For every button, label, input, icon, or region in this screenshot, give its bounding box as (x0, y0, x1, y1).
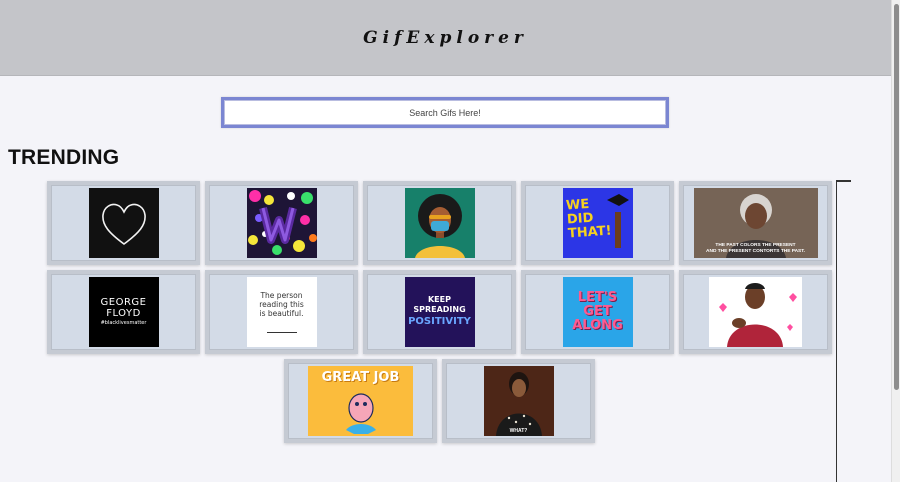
gif-caption: The person reading this is beautiful. (259, 291, 304, 333)
gif-card[interactable]: LET'S GET ALONG (521, 270, 674, 354)
gif-caption-line: is beautiful. (259, 309, 304, 318)
gif-image[interactable]: GREAT JOB (308, 366, 413, 436)
gif-card[interactable]: KEEP SPREADING POSITIVITY (363, 270, 516, 354)
gif-caption-line: FLOYD (106, 308, 141, 319)
results-scroll-cap (836, 180, 851, 182)
graduation-cap-icon (606, 194, 629, 248)
gif-row: GREAT JOB WHAT? (46, 359, 833, 443)
gif-image[interactable]: The person reading this is beautiful. (246, 277, 317, 347)
gif-caption-line: AND THE PRESENT CONTORTS THE PAST. (706, 249, 805, 254)
app-title: GifExplorer (363, 27, 528, 48)
page-scrollbar-thumb[interactable] (894, 4, 899, 390)
gif-card[interactable] (47, 181, 200, 265)
gif-image[interactable] (709, 277, 802, 347)
woman-what-icon (483, 366, 554, 436)
gif-caption-line: reading this (259, 300, 304, 309)
gif-card[interactable]: THE PAST COLORS THE PRESENT AND THE PRES… (679, 181, 832, 265)
confetti-w-icon (246, 188, 317, 258)
gif-caption-line: KEEP (427, 295, 451, 304)
gif-caption-line: #blacklivesmatter (100, 320, 147, 326)
gif-caption-line: LET'S (577, 290, 618, 305)
gif-image[interactable]: GEORGE FLOYD #blacklivesmatter (88, 277, 159, 347)
gif-image[interactable]: WE DID THAT! (562, 188, 633, 258)
search-box (221, 97, 669, 128)
gif-image[interactable]: LET'S GET ALONG (562, 277, 633, 347)
mask-woman-icon (404, 188, 475, 258)
gif-caption: GEORGE FLOYD #blacklivesmatter (101, 297, 147, 327)
gif-caption: GREAT JOB (321, 370, 400, 385)
gif-caption: LET'S GET ALONG (572, 291, 622, 333)
results-scrollbar[interactable] (836, 180, 837, 482)
gif-caption-line: GET (583, 304, 612, 319)
gif-card[interactable]: WE DID THAT! (521, 181, 674, 265)
drawing-doodle (266, 322, 297, 333)
gif-card[interactable] (679, 270, 832, 354)
gif-image[interactable] (246, 188, 317, 258)
gif-image[interactable]: KEEP SPREADING POSITIVITY (404, 277, 475, 347)
gif-card[interactable] (363, 181, 516, 265)
gif-image[interactable] (404, 188, 475, 258)
gif-card[interactable]: The person reading this is beautiful. (205, 270, 358, 354)
gif-card[interactable]: GEORGE FLOYD #blacklivesmatter (47, 270, 200, 354)
app-header: GifExplorer (0, 0, 891, 76)
gif-image[interactable]: WHAT? (483, 366, 554, 436)
gif-grid: WE DID THAT! THE PAST COLORS THE PRESENT… (46, 181, 833, 448)
heart-icon (101, 203, 146, 245)
gif-caption-line: GEORGE (100, 297, 147, 308)
gif-caption-line: POSITIVITY (408, 316, 471, 327)
gif-image[interactable]: THE PAST COLORS THE PRESENT AND THE PRES… (693, 188, 818, 258)
character-icon (346, 393, 376, 434)
gif-caption-line: The person (260, 291, 303, 300)
gif-card[interactable]: WHAT? (442, 359, 595, 443)
gif-caption-line: ALONG (572, 318, 623, 333)
gif-card[interactable]: GREAT JOB (284, 359, 437, 443)
gif-caption-line: SPREADING (413, 305, 466, 314)
gif-image[interactable] (88, 188, 159, 258)
gif-row: WE DID THAT! THE PAST COLORS THE PRESENT… (46, 181, 833, 265)
gif-row: GEORGE FLOYD #blacklivesmatter The perso… (46, 270, 833, 354)
search-input[interactable] (224, 100, 666, 125)
page-scrollbar[interactable] (891, 0, 900, 482)
gif-caption: KEEP SPREADING POSITIVITY (408, 295, 471, 329)
gif-caption: THE PAST COLORS THE PRESENT AND THE PRES… (694, 243, 818, 255)
gif-caption: WHAT? (509, 428, 528, 434)
man-hearts-icon (709, 277, 802, 347)
gif-card[interactable] (205, 181, 358, 265)
section-title: TRENDING (8, 146, 120, 169)
